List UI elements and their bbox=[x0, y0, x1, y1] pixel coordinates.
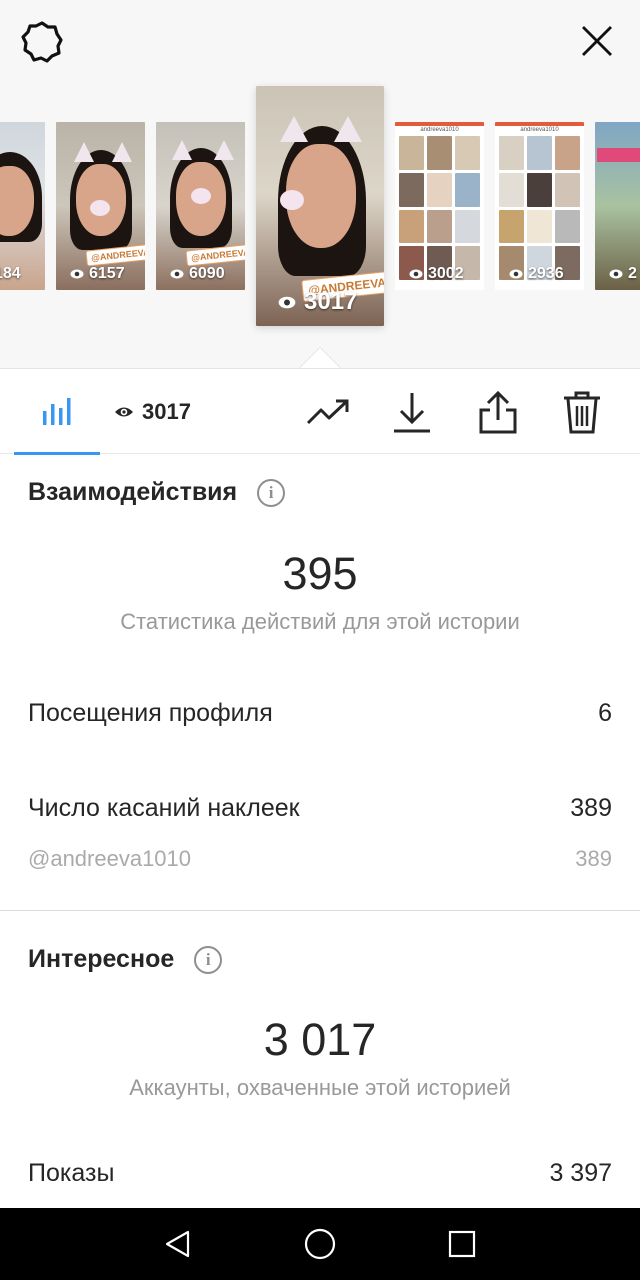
home-button[interactable] bbox=[302, 1226, 338, 1262]
interactions-total: 395 bbox=[282, 548, 358, 599]
story-thumbnails-area: 184 @ANDREEVA1010 6157 @ANDREEVA10 bbox=[0, 0, 640, 370]
share-icon bbox=[479, 390, 517, 434]
recents-button[interactable] bbox=[444, 1226, 480, 1262]
discovery-header: Интересное i bbox=[28, 945, 223, 974]
metric-row-profile-visits: Посещения профиля 6 bbox=[28, 699, 612, 728]
download-button[interactable] bbox=[390, 369, 434, 455]
interactions-header: Взаимодействия i bbox=[28, 478, 286, 507]
profile-grid-preview bbox=[499, 136, 580, 280]
android-navigation-bar bbox=[0, 1208, 640, 1280]
gear-icon bbox=[21, 21, 63, 63]
story-view-count: 2 bbox=[609, 265, 637, 283]
eye-icon bbox=[70, 269, 84, 279]
metric-label: Посещения профиля bbox=[28, 699, 273, 727]
close-icon bbox=[582, 26, 612, 56]
info-icon[interactable]: i bbox=[257, 478, 286, 507]
discovery-title: Интересное bbox=[28, 945, 175, 973]
eye-icon bbox=[609, 269, 623, 279]
discovery-total: 3 017 bbox=[263, 1014, 377, 1065]
metric-subrow-mention[interactable]: @andreeva1010 389 bbox=[28, 846, 612, 872]
share-button[interactable] bbox=[476, 369, 520, 455]
story-view-count: 2936 bbox=[509, 265, 564, 283]
story-view-count: 3002 bbox=[409, 265, 464, 283]
story-thumbnail[interactable]: @ANDREEVA1010 6090 bbox=[156, 122, 245, 290]
story-view-count: 6157 bbox=[70, 265, 125, 283]
metric-value: 3 397 bbox=[549, 1159, 612, 1187]
bar-chart-icon bbox=[43, 397, 71, 425]
discovery-caption: Аккаунты, охваченные этой историей bbox=[129, 1075, 511, 1100]
story-thumbnail-strip[interactable]: 184 @ANDREEVA1010 6157 @ANDREEVA10 bbox=[0, 0, 640, 368]
home-circle-icon bbox=[304, 1228, 336, 1260]
metric-label: @andreeva1010 bbox=[28, 846, 192, 871]
trash-icon bbox=[564, 391, 600, 434]
promote-button[interactable] bbox=[304, 369, 352, 455]
story-thumbnail[interactable]: @ANDREEVA1010 6157 bbox=[56, 122, 145, 290]
metric-value: 389 bbox=[575, 846, 612, 871]
metric-row-sticker-taps: Число касаний наклеек 389 bbox=[28, 794, 612, 823]
metric-label: Показы bbox=[28, 1159, 115, 1187]
selection-pointer-fill bbox=[298, 348, 342, 370]
story-view-count: 3017 bbox=[278, 288, 357, 316]
interactions-title: Взаимодействия bbox=[28, 478, 238, 506]
eye-icon bbox=[409, 269, 423, 279]
story-thumbnail[interactable]: 184 bbox=[0, 122, 45, 290]
story-thumbnail[interactable]: 2 bbox=[595, 122, 640, 290]
info-icon[interactable]: i bbox=[194, 945, 223, 974]
trending-up-icon bbox=[306, 399, 349, 425]
story-view-count: 184 bbox=[0, 265, 21, 282]
section-divider bbox=[0, 910, 640, 911]
viewers-tab[interactable]: 3017 bbox=[114, 369, 191, 455]
close-button[interactable] bbox=[576, 20, 618, 62]
back-triangle-icon bbox=[165, 1230, 190, 1258]
story-view-count: 6090 bbox=[170, 265, 225, 283]
profile-grid-preview bbox=[399, 136, 480, 280]
story-thumbnail-selected[interactable]: @ANDREEVA1010 3017 bbox=[256, 86, 384, 326]
recents-square-icon bbox=[448, 1230, 476, 1258]
story-caption: andreeva1010 bbox=[520, 127, 559, 133]
back-button[interactable] bbox=[160, 1226, 196, 1262]
interactions-caption: Статистика действий для этой истории bbox=[120, 609, 520, 634]
metric-value: 389 bbox=[570, 794, 612, 822]
eye-icon bbox=[115, 407, 133, 417]
eye-icon bbox=[509, 269, 523, 279]
metric-row-impressions: Показы 3 397 bbox=[28, 1159, 612, 1188]
eye-icon bbox=[278, 296, 296, 308]
metric-label: Число касаний наклеек bbox=[28, 794, 300, 822]
delete-button[interactable] bbox=[560, 369, 604, 455]
insights-tab[interactable] bbox=[14, 369, 100, 455]
settings-button[interactable] bbox=[20, 20, 64, 64]
story-thumbnail[interactable]: andreeva1010 2936 bbox=[495, 122, 584, 290]
viewers-count: 3017 bbox=[142, 399, 191, 424]
download-icon bbox=[394, 393, 430, 433]
story-thumbnail[interactable]: andreeva1010 3002 bbox=[395, 122, 484, 290]
metric-value: 6 bbox=[598, 699, 612, 727]
story-caption: andreeva1010 bbox=[420, 127, 459, 133]
eye-icon bbox=[170, 269, 184, 279]
story-toolbar: 3017 bbox=[0, 368, 640, 455]
